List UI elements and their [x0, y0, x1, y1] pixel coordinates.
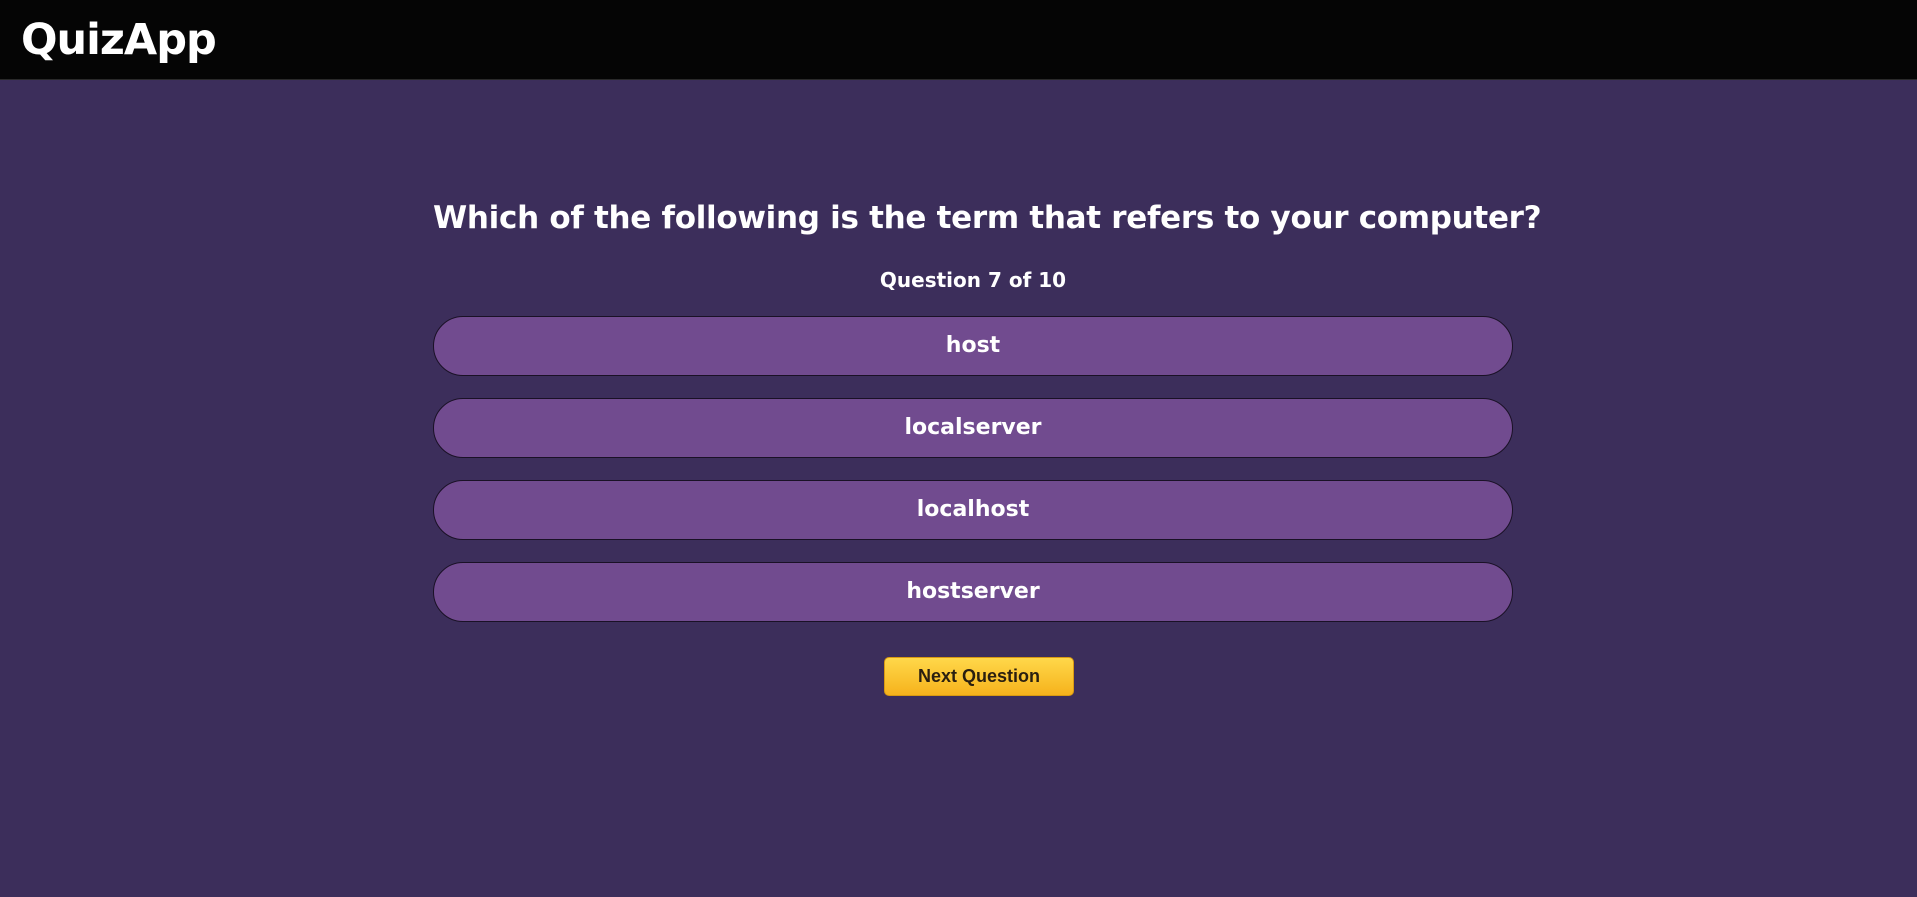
- next-question-button[interactable]: Next Question: [884, 657, 1074, 696]
- answer-option-host[interactable]: host: [433, 316, 1513, 376]
- question-progress: Question 7 of 10: [879, 268, 1067, 292]
- question-text: Which of the following is the term that …: [433, 200, 1542, 236]
- top-navbar: QuizApp: [0, 0, 1917, 80]
- answer-option-localserver[interactable]: localserver: [433, 398, 1513, 458]
- app-logo[interactable]: QuizApp: [21, 14, 217, 66]
- answer-option-localhost[interactable]: localhost: [433, 480, 1513, 540]
- answer-option-hostserver[interactable]: hostserver: [433, 562, 1513, 622]
- answer-list: host localserver localhost hostserver: [433, 316, 1513, 644]
